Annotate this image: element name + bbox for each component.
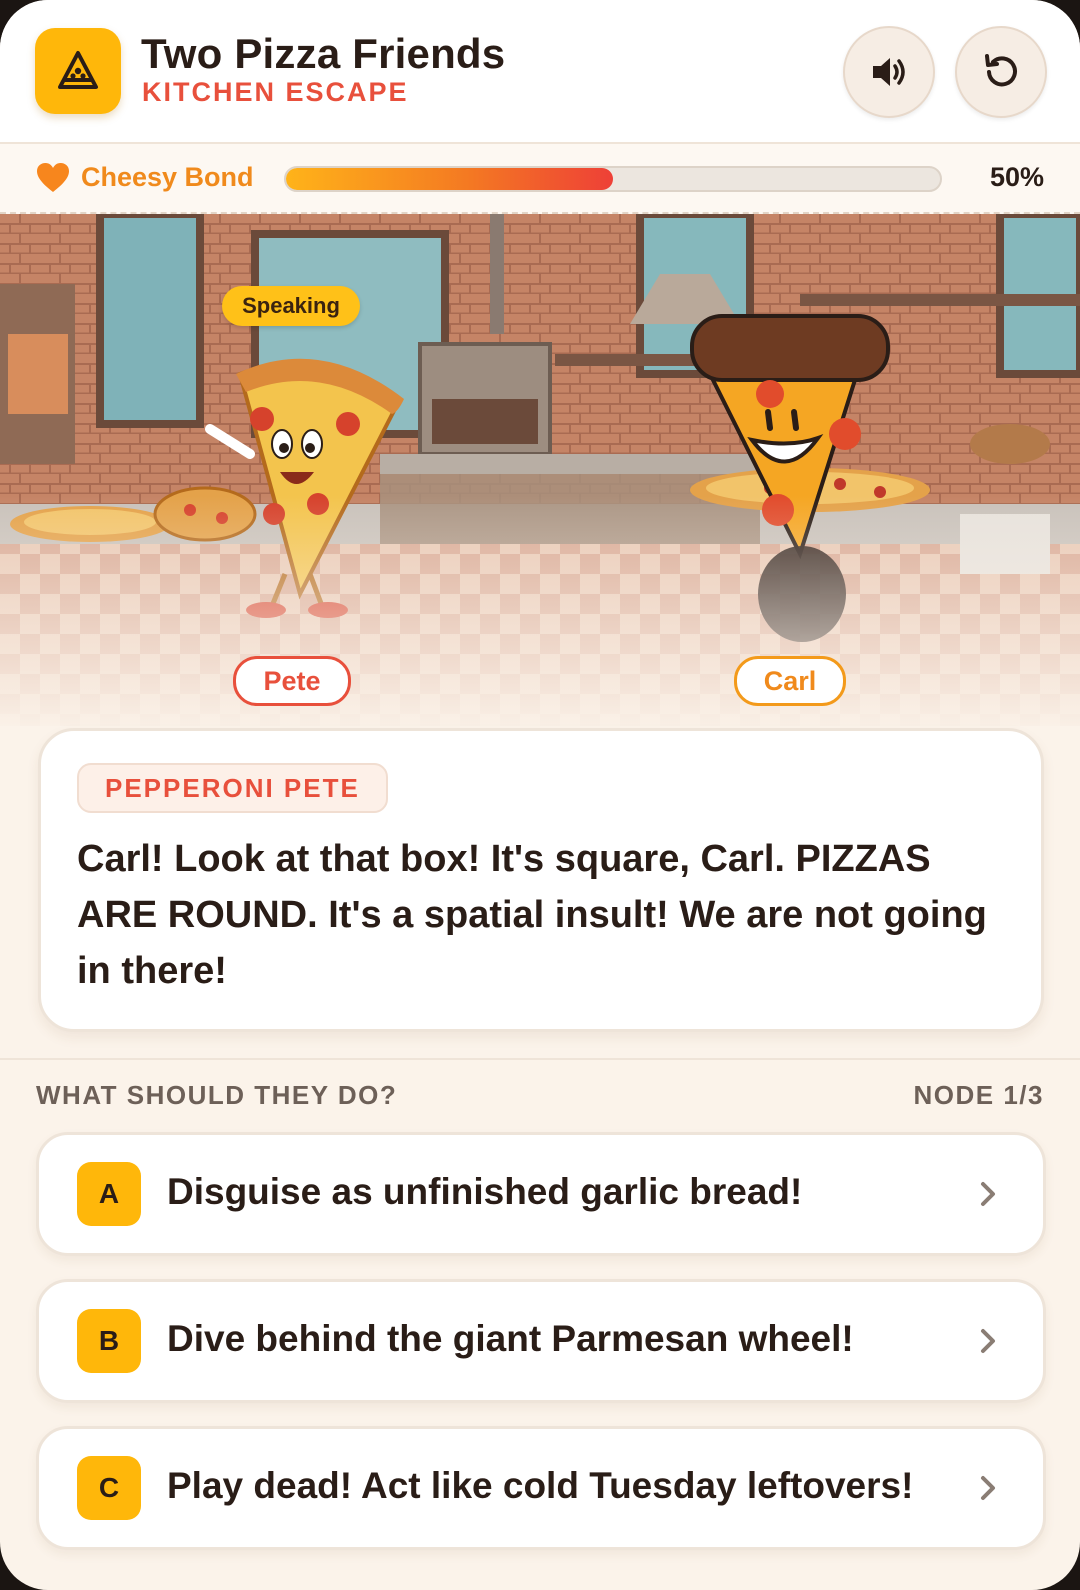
chevron-right-icon [981,1182,995,1206]
character-tag-pete: Pete [233,656,351,706]
choice-letter: A [77,1162,141,1226]
restart-button[interactable] [955,26,1047,118]
cheesy-bond-meter: Cheesy Bond 50% [0,144,1080,214]
kitchen-scene: Speaking Pete Carl [0,214,1080,726]
app-title: Two Pizza Friends [141,30,506,77]
chevron-right-icon [981,1329,995,1353]
bond-percent: 50% [989,162,1044,192]
choice-text: Disguise as unfinished garlic bread! [167,1171,803,1212]
choice-button-b[interactable]: B Dive behind the giant Parmesan wheel! [36,1279,1046,1403]
choice-letter: C [77,1456,141,1520]
choice-letter: B [77,1309,141,1373]
speaker-icon [873,58,905,86]
bond-label: Cheesy Bond [81,162,254,192]
divider [0,1058,1080,1060]
node-counter: NODE 1/3 [913,1080,1044,1110]
kitchen-background [0,214,1080,726]
speaking-badge: Speaking [222,286,360,326]
choice-text: Play dead! Act like cold Tuesday leftove… [167,1465,914,1506]
bond-progress-fill [286,168,613,190]
character-tag-carl: Carl [734,656,846,706]
speaker-name: PEPPERONI PETE [77,763,388,813]
app-subtitle: KITCHEN ESCAPE [142,77,409,107]
bond-progress-bar [284,166,942,192]
choice-text: Dive behind the giant Parmesan wheel! [167,1318,854,1359]
dialogue-text: Carl! Look at that box! It's square, Car… [77,838,987,992]
choices-prompt: WHAT SHOULD THEY DO? [36,1080,398,1110]
sound-button[interactable] [843,26,935,118]
pizza-slice-icon [35,28,121,114]
choice-button-c[interactable]: C Play dead! Act like cold Tuesday lefto… [36,1426,1046,1550]
dialogue-box: PEPPERONI PETE Carl! Look at that box! I… [38,728,1044,1032]
choice-button-a[interactable]: A Disguise as unfinished garlic bread! [36,1132,1046,1256]
heart-icon [37,163,69,192]
header: Two Pizza Friends KITCHEN ESCAPE [0,0,1080,144]
restart-icon [985,54,1017,87]
chevron-right-icon [981,1476,995,1500]
game-screen: Two Pizza Friends KITCHEN ESCAPE Cheesy … [0,0,1080,1590]
